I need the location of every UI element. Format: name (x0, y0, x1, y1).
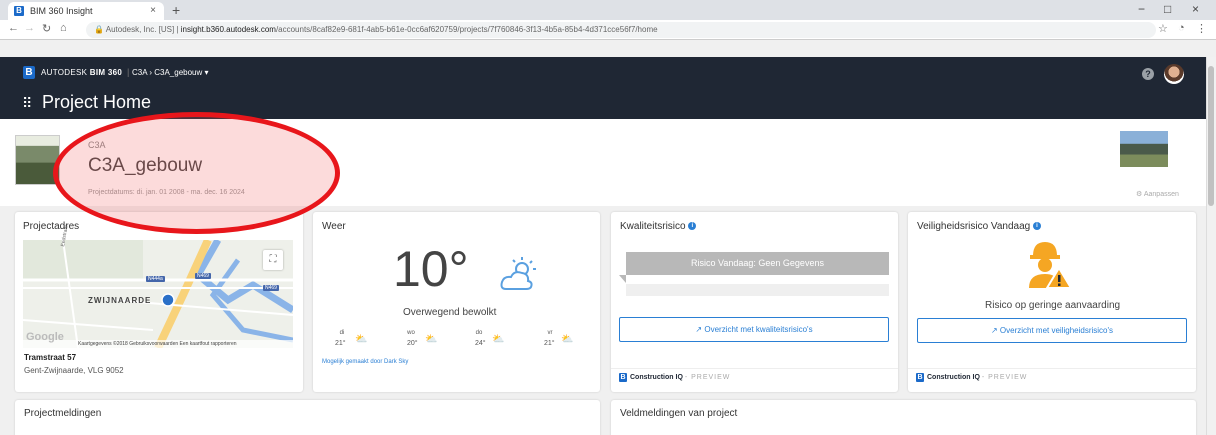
chrome-menu-icon[interactable]: ⋮ (1196, 22, 1207, 35)
bim360-logo-icon: B (916, 373, 924, 382)
bim360-logo-icon: B (619, 373, 627, 382)
partly-cloudy-icon: ⛅ (561, 334, 574, 345)
url-input[interactable]: 🔒 Autodesk, Inc. [US] | insight.b360.aut… (86, 22, 1156, 38)
construction-iq-footer: B Construction IQ - PREVIEW (908, 368, 1196, 386)
breadcrumb[interactable]: C3A › C3A_gebouw ▾ (132, 68, 209, 77)
forecast-temp: 21° (335, 340, 346, 347)
page-title: Project Home (42, 92, 152, 112)
partly-cloudy-icon: ⛅ (425, 334, 438, 345)
help-icon[interactable]: ? (1142, 68, 1154, 80)
home-icon[interactable]: ⌂ (60, 22, 67, 34)
quality-card-title: Kwaliteitsrisico i (620, 221, 697, 232)
google-logo: Google (26, 331, 64, 343)
customize-label: Aanpassen (1143, 191, 1179, 198)
maximize-button[interactable]: □ (1164, 2, 1171, 16)
gear-icon: ⚙ (1136, 191, 1143, 198)
weather-card-title: Weer (322, 221, 346, 232)
road-label: N469 (195, 273, 211, 279)
partly-cloudy-icon: ⛅ (355, 334, 368, 345)
app-header (0, 57, 1206, 119)
trend-icon: ↗ (990, 326, 998, 335)
project-notices-card (15, 400, 600, 435)
scrollbar-thumb[interactable] (1208, 66, 1214, 206)
footer-tag: - PREVIEW (684, 374, 731, 381)
browser-tab-bar (0, 0, 1216, 20)
url-host: insight.b360.autodesk.com (180, 25, 276, 34)
construction-iq-footer: B Construction IQ - PREVIEW (611, 368, 898, 386)
credit-text: Mogelijk gemaakt door (322, 359, 383, 365)
footer-tag: - PREVIEW (981, 374, 1028, 381)
bookmark-star-icon[interactable]: ☆ (1158, 22, 1168, 35)
weather-description: Overwegend bewolkt (403, 307, 497, 318)
footer-brand: Construction IQ (927, 374, 980, 381)
forecast-temp: 24° (475, 340, 486, 347)
grid-menu-icon[interactable]: ⠿ (22, 95, 32, 112)
partly-cloudy-icon: ⛅ (492, 334, 505, 345)
partly-cloudy-icon (500, 257, 540, 298)
forecast-temp: 21° (544, 340, 555, 347)
trend-icon: ↗ (695, 325, 703, 334)
risk-placeholder-bar (626, 284, 889, 296)
avatar[interactable] (1164, 64, 1184, 84)
fullscreen-icon[interactable]: ⛶ (263, 250, 283, 270)
footer-brand: Construction IQ (630, 374, 683, 381)
darksky-link[interactable]: Dark Sky (384, 359, 408, 365)
address-city: Gent-Zwijnaarde, VLG 9052 (24, 366, 124, 375)
risk-today-banner: Risico Vandaag: Geen Gegevens (626, 252, 889, 275)
quality-overview-button[interactable]: ↗ Overzicht met kwaliteitsrisico's (619, 317, 889, 342)
tab-close-icon[interactable]: × (150, 5, 156, 16)
bim360-logo-icon: B (23, 66, 35, 79)
address-card-title: Projectadres (23, 221, 80, 232)
back-icon[interactable]: ← (8, 22, 19, 34)
lock-icon: 🔒 (94, 25, 104, 34)
safety-card-title: Veiligheidsrisico Vandaag i (917, 221, 1042, 232)
address-street: Tramstraat 57 (24, 353, 77, 362)
safety-overview-button[interactable]: ↗ Overzicht met veiligheidsrisico's (917, 318, 1187, 343)
divider: | (127, 67, 130, 77)
browser-tab[interactable]: B BIM 360 Insight × (8, 2, 164, 20)
tab-title: BIM 360 Insight (30, 6, 93, 16)
forecast-temp: 20° (407, 340, 418, 347)
window-close-button[interactable]: × (1192, 2, 1199, 16)
forward-icon[interactable]: → (24, 22, 35, 34)
brand-product: BIM 360 (89, 68, 123, 77)
safety-status: Risico op geringe aanvaarding (985, 300, 1121, 311)
banner-notch (619, 275, 626, 283)
reload-icon[interactable]: ↻ (42, 22, 51, 35)
minimize-button[interactable]: − (1138, 2, 1145, 16)
quality-title-text: Kwaliteitsrisico (620, 221, 686, 232)
safety-overview-label: Overzicht met veiligheidsrisico's (999, 326, 1114, 335)
road-label: N469 (263, 285, 279, 291)
weather-card (313, 212, 600, 392)
worker-warning-icon (1025, 238, 1073, 295)
quality-risk-card (611, 212, 898, 392)
project-notices-title: Projectmeldingen (24, 408, 102, 419)
brand-prefix: AUTODESK (41, 68, 88, 77)
road-label: N444a (146, 276, 165, 282)
customize-button[interactable]: ⚙ Aanpassen (1136, 190, 1179, 198)
info-icon[interactable]: i (688, 222, 697, 231)
current-temperature: 10° (393, 241, 469, 297)
annotation-ellipse (53, 112, 340, 234)
url-prefix: Autodesk, Inc. [US] (105, 25, 175, 34)
new-tab-button[interactable]: + (172, 2, 180, 18)
quality-overview-label: Overzicht met kwaliteitsrisico's (704, 325, 813, 334)
info-icon[interactable]: i (1033, 222, 1042, 231)
extension-icon[interactable]: ◔ (1178, 22, 1185, 34)
map-place-label: ZWIJNAARDE (88, 296, 152, 305)
brand-label: AUTODESK BIM 360 (41, 68, 122, 77)
field-notices-title: Veldmeldingen van project (620, 408, 738, 419)
weather-credit: Mogelijk gemaakt door Dark Sky (322, 359, 408, 365)
safety-title-text: Veiligheidsrisico Vandaag (917, 221, 1031, 232)
project-photo (1120, 131, 1168, 167)
bim360-favicon-icon: B (14, 6, 24, 16)
url-path: /accounts/8caf82e9-681f-4ab5-b61e-0cc6af… (275, 25, 658, 34)
